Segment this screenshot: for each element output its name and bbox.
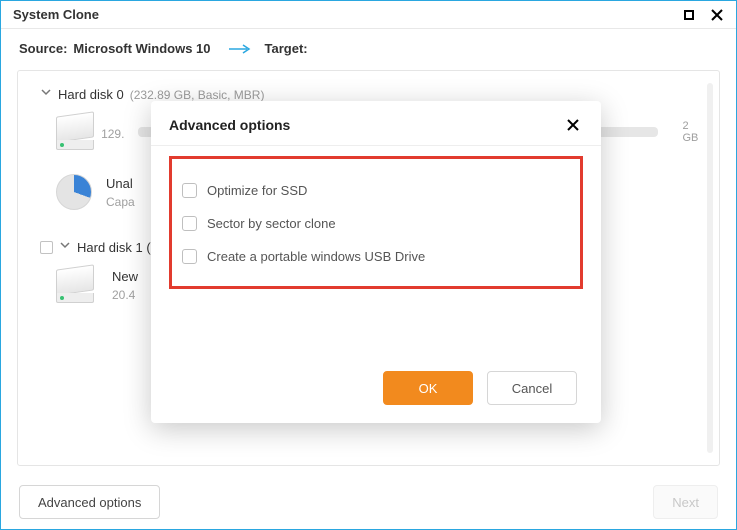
chevron-down-icon	[40, 86, 52, 101]
advanced-options-button[interactable]: Advanced options	[19, 485, 160, 519]
disk0-header[interactable]: Hard disk 0 (232.89 GB, Basic, MBR)	[40, 87, 701, 102]
partition-text: Unal Capa	[106, 176, 135, 209]
arrow-icon	[229, 42, 253, 57]
disk1-name: Hard disk 1 (	[77, 240, 151, 255]
source-label: Source:	[19, 41, 67, 56]
option-ssd[interactable]: Optimize for SSD	[182, 183, 570, 198]
checkbox[interactable]	[182, 249, 197, 264]
close-icon	[711, 9, 723, 21]
close-icon	[567, 119, 579, 131]
option-portable[interactable]: Create a portable windows USB Drive	[182, 249, 570, 264]
disk-icon	[56, 267, 98, 303]
dialog-title: Advanced options	[169, 117, 290, 133]
partition-name: New	[112, 269, 138, 284]
window-title: System Clone	[13, 7, 99, 22]
checkbox[interactable]	[182, 216, 197, 231]
dialog-footer: OK Cancel	[151, 349, 601, 405]
footer: Advanced options Next	[1, 485, 736, 519]
disk1-checkbox[interactable]	[40, 241, 53, 254]
target-label: Target:	[265, 41, 308, 56]
maximize-icon	[684, 10, 694, 20]
advanced-options-label: Advanced options	[38, 495, 141, 510]
partition-sub: 20.4	[112, 288, 138, 302]
option-portable-label: Create a portable windows USB Drive	[207, 249, 425, 264]
source-value: Microsoft Windows 10	[73, 41, 210, 56]
source-target-row: Source: Microsoft Windows 10 Target:	[1, 29, 736, 64]
next-label: Next	[672, 495, 699, 510]
dialog-close-button[interactable]	[563, 115, 583, 135]
dialog-header: Advanced options	[151, 101, 601, 146]
option-sector[interactable]: Sector by sector clone	[182, 216, 570, 231]
pie-icon	[56, 174, 92, 210]
option-sector-label: Sector by sector clone	[207, 216, 336, 231]
partition-text: 129.	[101, 123, 124, 141]
ok-button[interactable]: OK	[383, 371, 473, 405]
ok-label: OK	[419, 381, 438, 396]
disk-icon	[56, 114, 87, 150]
chevron-down-icon	[59, 239, 71, 254]
checkbox[interactable]	[182, 183, 197, 198]
options-highlight-box: Optimize for SSD Sector by sector clone …	[169, 156, 583, 289]
close-button[interactable]	[708, 6, 726, 24]
partition-name: Unal	[106, 176, 135, 191]
cancel-label: Cancel	[512, 381, 552, 396]
next-button: Next	[653, 485, 718, 519]
maximize-button[interactable]	[680, 6, 698, 24]
partition-sub: Capa	[106, 195, 135, 209]
partition-sub: 129.	[101, 127, 124, 141]
partition-text: New 20.4	[112, 269, 138, 302]
option-ssd-label: Optimize for SSD	[207, 183, 307, 198]
scrollbar[interactable]	[707, 83, 713, 453]
cancel-button[interactable]: Cancel	[487, 371, 577, 405]
disk0-meta: (232.89 GB, Basic, MBR)	[130, 88, 265, 102]
disk0-name: Hard disk 0	[58, 87, 124, 102]
partition-cap: 2 GB	[682, 120, 701, 144]
titlebar: System Clone	[1, 1, 736, 29]
advanced-options-dialog: Advanced options Optimize for SSD Sector…	[151, 101, 601, 423]
